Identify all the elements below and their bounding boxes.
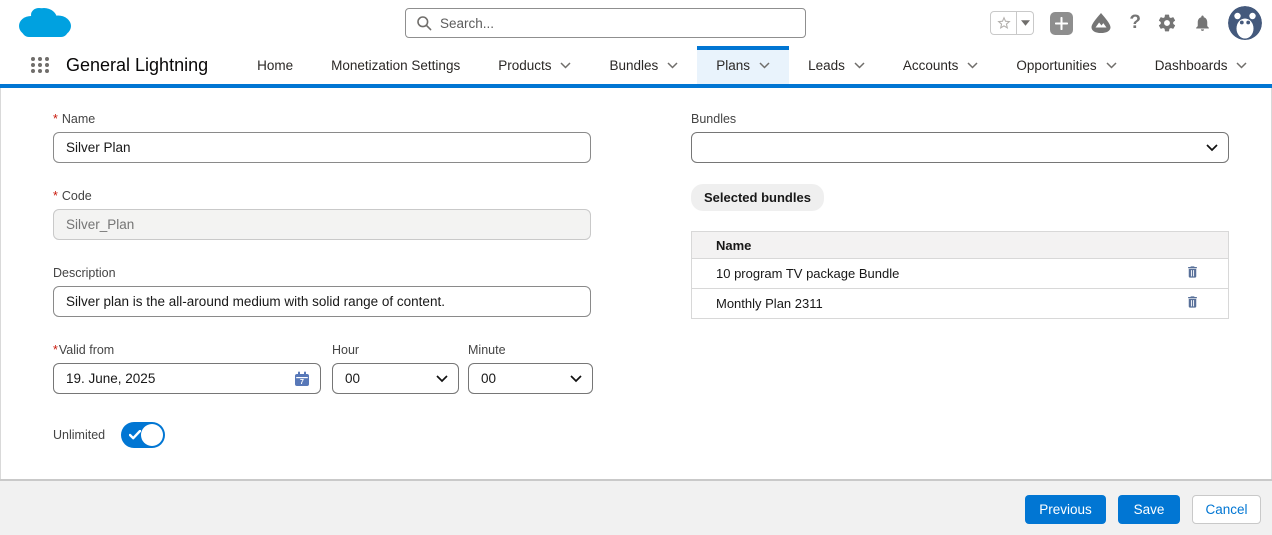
name-input[interactable] (53, 132, 591, 163)
unlimited-toggle[interactable] (121, 422, 166, 448)
form-footer: Previous Save Cancel (0, 479, 1272, 535)
setup-gear-icon[interactable] (1157, 13, 1177, 33)
bundles-select[interactable] (691, 132, 1229, 163)
code-input (53, 209, 591, 240)
tab-monetization-settings[interactable]: Monetization Settings (312, 46, 479, 84)
valid-from-label: * Valid from (53, 343, 115, 357)
select-chevron-icon (436, 374, 448, 382)
hour-group: Hour 00 (332, 343, 459, 394)
description-label: Description (53, 266, 116, 280)
help-icon[interactable]: ? (1129, 12, 1141, 34)
notifications-bell-icon[interactable] (1193, 13, 1212, 33)
tab-bundles[interactable]: Bundles (590, 46, 697, 84)
valid-from-row: * Valid from 19. June, 2025 7 Hour 00 Mi… (53, 343, 593, 394)
tab-products[interactable]: Products (479, 46, 590, 84)
toggle-knob (141, 424, 164, 446)
bundles-field-group: Bundles (691, 112, 1229, 163)
select-chevron-icon (570, 374, 582, 382)
favorites-star-button[interactable] (990, 11, 1018, 35)
minute-group: Minute 00 (468, 343, 593, 394)
tab-leads[interactable]: Leads (789, 46, 884, 84)
chevron-down-icon (1106, 61, 1117, 69)
bundle-name: 10 program TV package Bundle (691, 258, 1177, 289)
cancel-button[interactable]: Cancel (1192, 495, 1261, 524)
table-row: 10 program TV package Bundle (691, 258, 1229, 289)
hour-select[interactable]: 00 (332, 363, 459, 394)
tab-plans[interactable]: Plans (697, 46, 790, 84)
tab-opportunities[interactable]: Opportunities (997, 46, 1135, 84)
form-left-column: * Name * Code Description * (53, 112, 593, 448)
favorites-caret-button[interactable] (1017, 11, 1035, 35)
code-field-group: * Code (53, 189, 591, 240)
global-search[interactable] (405, 8, 806, 38)
chevron-down-icon (854, 61, 865, 69)
selected-bundles-badge: Selected bundles (691, 184, 824, 211)
save-button[interactable]: Save (1118, 495, 1180, 524)
quick-create-plus-button[interactable] (1050, 11, 1074, 35)
previous-button[interactable]: Previous (1025, 495, 1106, 524)
app-launcher-icon[interactable] (30, 55, 50, 75)
calendar-icon[interactable]: 7 (294, 371, 310, 387)
svg-text:7: 7 (300, 379, 304, 386)
delete-icon[interactable] (1185, 294, 1200, 310)
tab-home[interactable]: Home (238, 46, 312, 84)
chevron-down-icon (560, 61, 572, 69)
tab-accounts[interactable]: Accounts (884, 46, 998, 84)
hour-label: Hour (332, 343, 360, 357)
search-input[interactable] (440, 15, 805, 31)
chevron-down-icon (967, 61, 978, 69)
name-label: * Name (53, 112, 96, 126)
unlimited-row: Unlimited (53, 422, 591, 448)
nav-tabs: Home Monetization Settings Products Bund… (238, 46, 1272, 84)
table-row: Monthly Plan 2311 (691, 288, 1229, 319)
global-header: ? (0, 0, 1272, 46)
app-name: General Lightning (66, 54, 209, 75)
selected-bundles-table: Name 10 program TV package Bundle Monthl… (691, 231, 1229, 319)
valid-from-date-input[interactable]: 19. June, 2025 7 (53, 363, 321, 394)
app-navbar: General Lightning Home Monetization Sett… (0, 46, 1272, 88)
name-field-group: * Name (53, 112, 591, 163)
select-chevron-icon (1206, 143, 1218, 151)
header-icon-bar: ? (990, 6, 1262, 40)
search-icon (416, 15, 432, 31)
favorites-group (990, 11, 1035, 35)
bundle-name: Monthly Plan 2311 (691, 288, 1177, 319)
name-column-header: Name (691, 231, 1229, 259)
salesforce-cloud-logo (14, 3, 76, 48)
guidance-trailhead-icon[interactable] (1089, 12, 1113, 34)
check-icon (129, 430, 142, 440)
code-label: * Code (53, 189, 92, 203)
bundles-label: Bundles (691, 112, 737, 126)
chevron-down-icon (667, 61, 678, 69)
plan-form-panel: * Name * Code Description * (0, 88, 1272, 479)
tab-more[interactable]: * More (1266, 46, 1272, 84)
minute-label: Minute (468, 343, 506, 357)
table-header-row: Name (691, 231, 1229, 259)
unlimited-label: Unlimited (53, 428, 106, 442)
chevron-down-icon (759, 61, 770, 69)
chevron-down-icon (1236, 61, 1248, 69)
description-field-group: Description (53, 266, 591, 317)
delete-icon[interactable] (1185, 264, 1200, 280)
tab-dashboards[interactable]: Dashboards (1136, 46, 1267, 84)
valid-from-group: * Valid from 19. June, 2025 7 (53, 343, 321, 394)
form-right-column: Bundles Selected bundles Name 10 program… (691, 112, 1229, 319)
user-avatar[interactable] (1228, 6, 1262, 40)
minute-select[interactable]: 00 (468, 363, 593, 394)
description-input[interactable] (53, 286, 591, 317)
